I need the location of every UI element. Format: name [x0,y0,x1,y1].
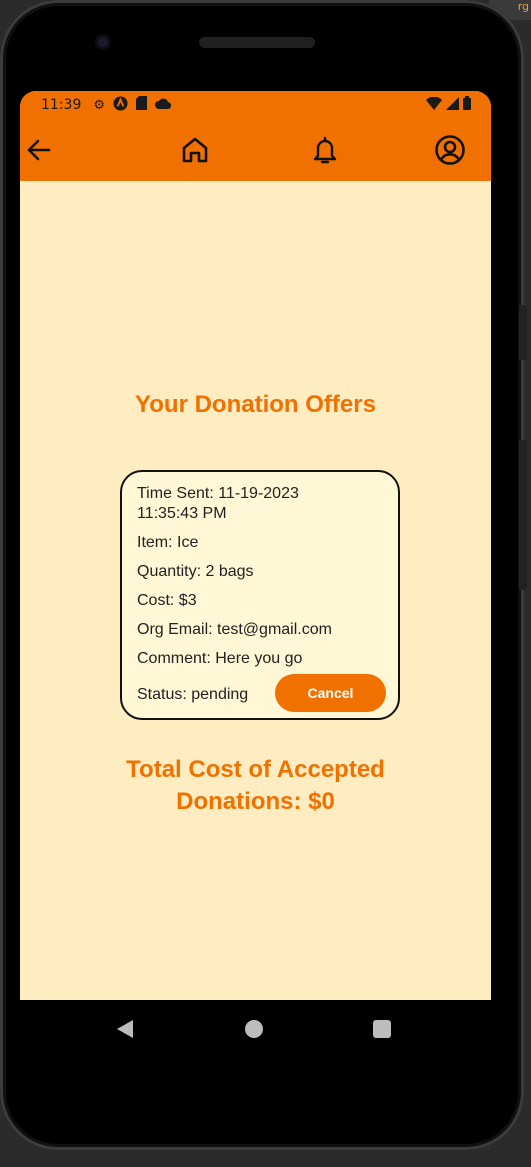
earpiece-speaker [199,37,315,48]
offer-org-email: Org Email: test@gmail.com [137,621,332,638]
offer-time-sent: Time Sent: 11-19-2023 11:35:43 PM [137,484,383,524]
app-icon [113,95,128,115]
cancel-button[interactable]: Cancel [275,674,386,712]
account-icon[interactable] [433,119,467,181]
app-screen: 11:39 ⚙ Your Donation Offers Time Sent: … [20,91,491,1000]
phone-volume-button [519,440,527,590]
offer-status: Status: pending [137,686,249,703]
status-bar: 11:39 ⚙ [20,91,491,119]
donation-offer-card: Time Sent: 11-19-2023 11:35:43 PM Item: … [120,470,400,720]
offer-time-sent-time: 11:35:43 PM [137,505,227,522]
status-time: 11:39 [41,97,82,113]
offer-status-row: Status: pending Cancel [137,674,386,712]
home-icon[interactable] [180,119,210,181]
nav-recents-icon[interactable] [373,1020,391,1038]
offer-time-sent-date: Time Sent: 11-19-2023 [137,485,299,502]
page-title: Your Donation Offers [135,391,376,418]
settings-icon: ⚙ [93,97,106,113]
offer-quantity: Quantity: 2 bags [137,563,254,580]
back-arrow-icon[interactable] [24,119,52,181]
offer-cost: Cost: $3 [137,592,197,609]
app-header-bar [20,119,491,181]
offer-comment: Comment: Here you go [137,650,303,667]
front-camera [95,34,111,50]
offer-item: Item: Ice [137,534,199,551]
cloud-icon [155,98,172,113]
total-cost-line-2: Donations: $0 [176,788,335,815]
total-cost-line-1: Total Cost of Accepted [126,756,385,783]
phone-power-button [519,305,527,360]
nav-home-icon[interactable] [245,1020,263,1038]
sd-card-icon [136,96,148,114]
battery-icon [463,96,471,114]
phone-frame: 11:39 ⚙ Your Donation Offers Time Sent: … [0,0,524,1150]
signal-icon [446,96,459,114]
bell-icon[interactable] [310,119,340,181]
system-navigation-bar [20,1000,491,1060]
wifi-icon [426,96,442,114]
total-cost-text: Total Cost of Accepted Donations: $0 [20,754,491,818]
nav-back-icon[interactable] [116,1019,134,1044]
